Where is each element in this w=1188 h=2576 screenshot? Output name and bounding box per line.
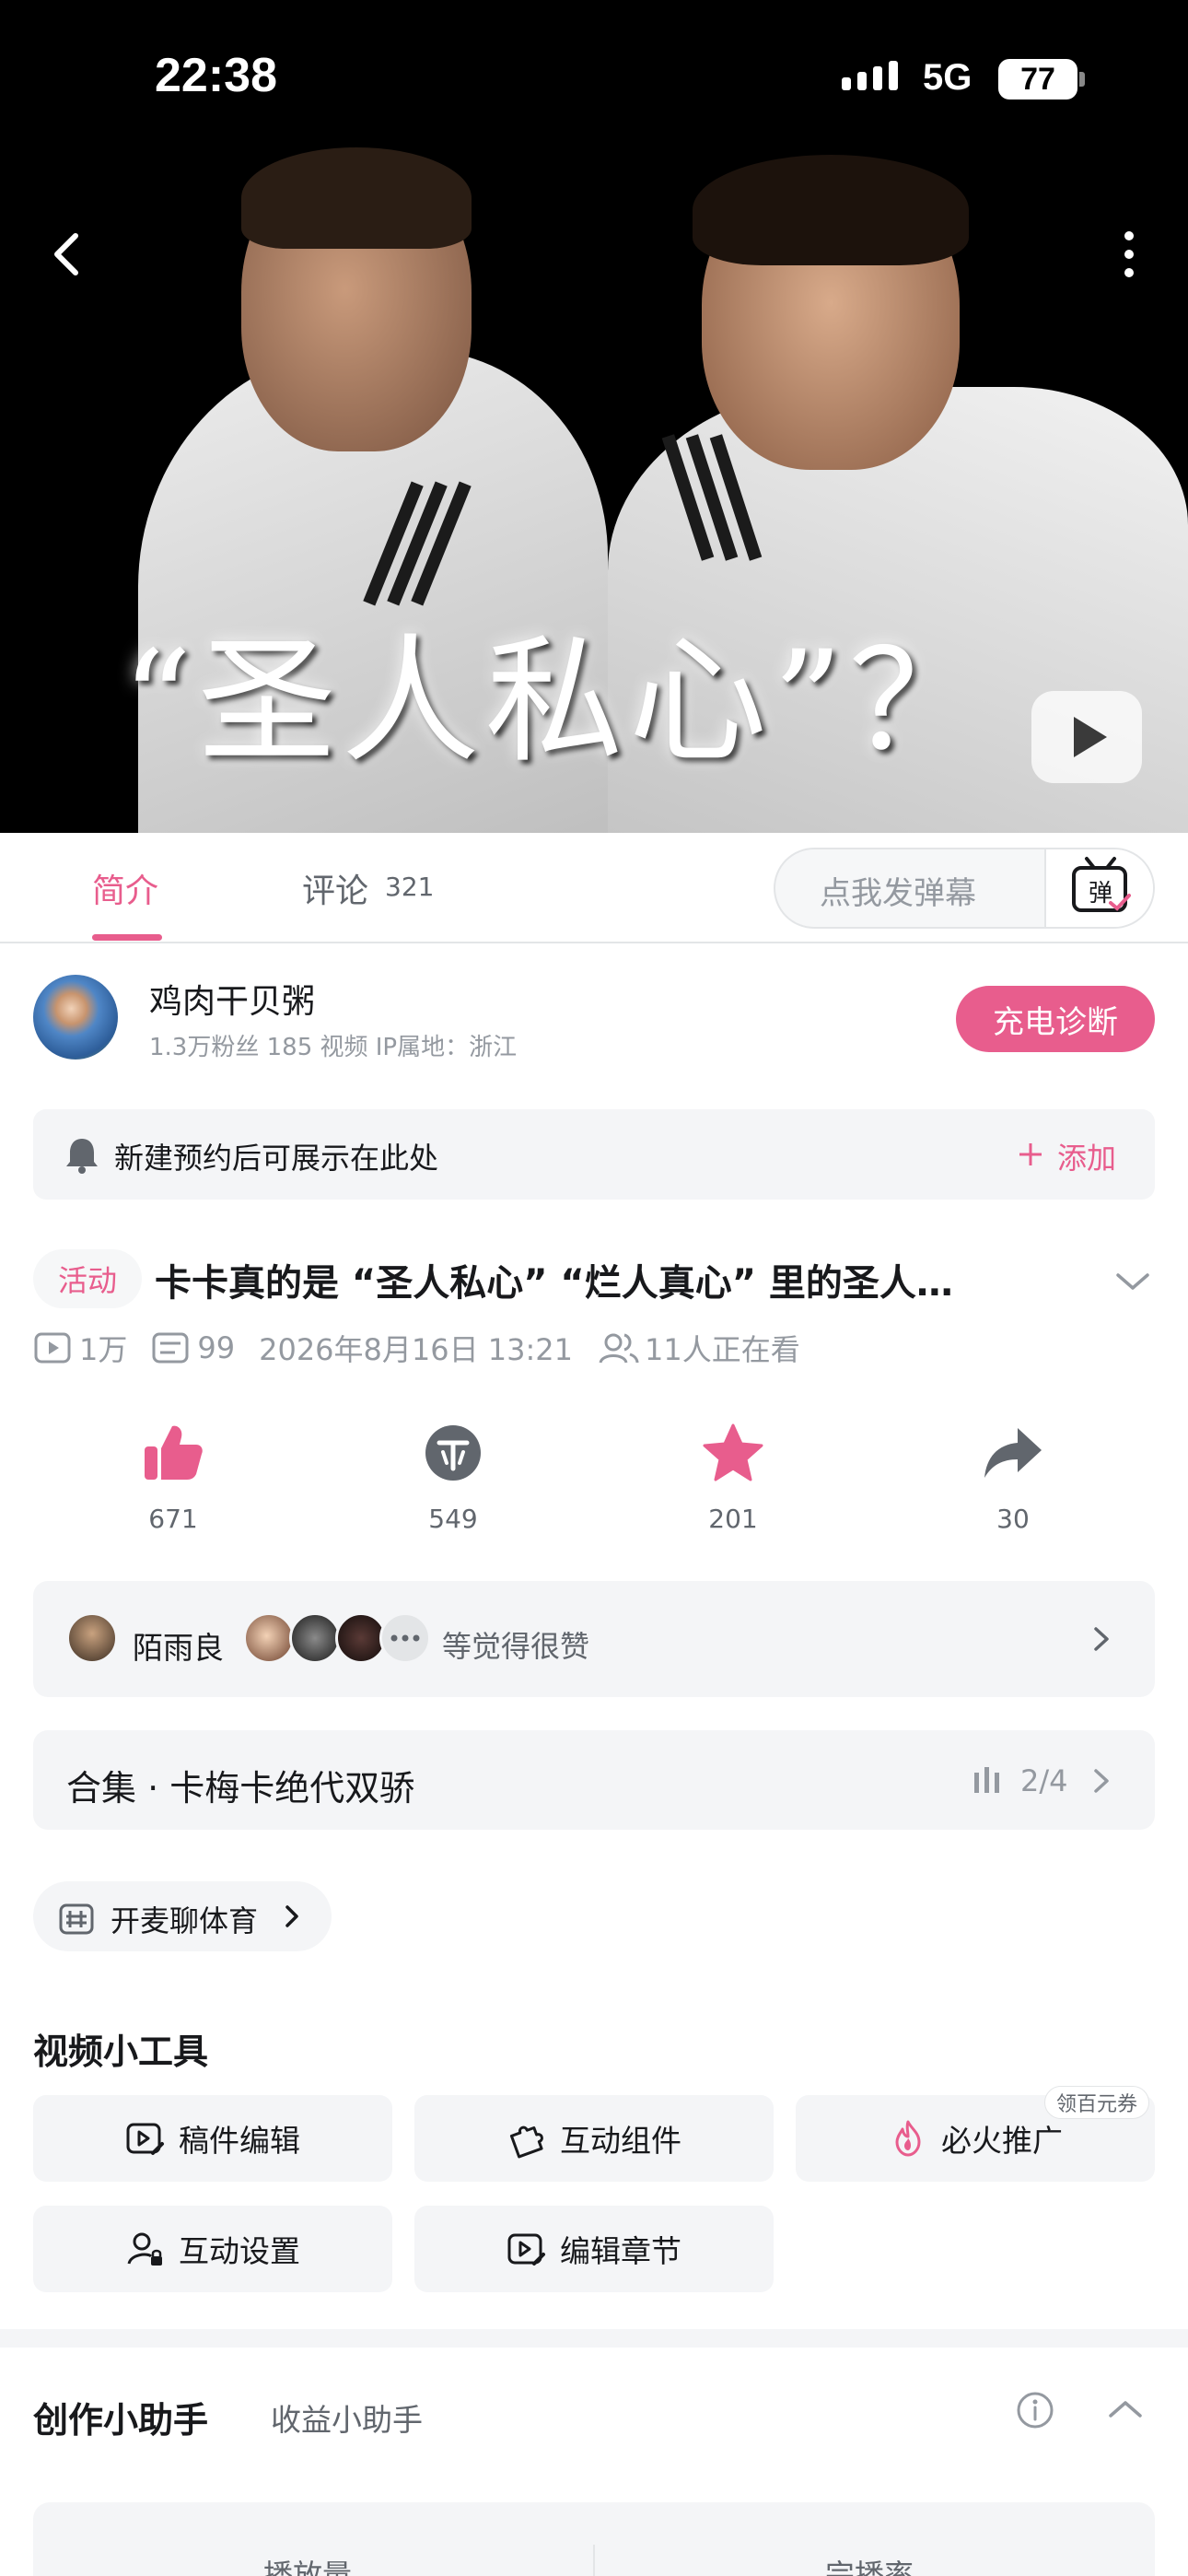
tool-label: 稿件编辑	[179, 2123, 300, 2159]
share-arrow-icon	[984, 1428, 1042, 1478]
user-lock-icon	[127, 2232, 162, 2266]
like-button[interactable]: 671	[81, 1423, 265, 1534]
liked-by-first-user: 陌雨良	[133, 1630, 224, 1666]
video-player[interactable]: “圣人私心”？ 22:38 5G 77	[0, 0, 1188, 833]
tab-active-indicator	[92, 934, 162, 941]
charge-diagnosis-button[interactable]: 充电诊断	[956, 986, 1155, 1052]
watching-count: 11人正在看	[645, 1332, 800, 1367]
uploader-avatar[interactable]	[33, 975, 118, 1060]
video-tools-title: 视频小工具	[33, 2032, 209, 2072]
reservation-add-button[interactable]: 添加	[1057, 1135, 1116, 1177]
flame-icon	[895, 2120, 921, 2157]
comments-count: 321	[385, 872, 435, 902]
topic-tv-icon	[59, 1903, 94, 1935]
coin-count: 549	[428, 1504, 478, 1534]
chevron-up-icon[interactable]	[1107, 2395, 1144, 2423]
promo-badge: 领百元券	[1044, 2086, 1150, 2119]
uploader-name[interactable]: 鸡肉干贝粥	[149, 975, 315, 1023]
reservation-text: 新建预约后可展示在此处	[114, 1141, 439, 1176]
tool-label: 互动组件	[560, 2123, 681, 2159]
chapter-edit-icon	[507, 2233, 545, 2266]
tabs-divider	[0, 942, 1188, 943]
stat-label-completion: 完播率	[825, 2558, 914, 2576]
avatar	[289, 1612, 341, 1664]
signal-icon	[842, 61, 898, 90]
collection-progress: 2/4	[1020, 1763, 1068, 1798]
activity-tag[interactable]: 活动	[33, 1249, 142, 1308]
chevron-right-icon	[285, 1905, 298, 1927]
favorite-count: 201	[708, 1504, 758, 1534]
like-count: 671	[148, 1504, 198, 1534]
thumbs-up-icon	[145, 1425, 203, 1480]
battery-cap	[1079, 72, 1085, 87]
uploader-meta: 1.3万粉丝 185 视频 IP属地：浙江	[149, 1034, 518, 1061]
puzzle-icon	[509, 2125, 543, 2159]
playlist-bars-icon	[974, 1767, 999, 1793]
chevron-right-icon	[1094, 1627, 1109, 1651]
avatar	[66, 1612, 118, 1664]
tool-label: 必火推广	[941, 2123, 1063, 2159]
danmaku-count: 99	[197, 1330, 236, 1365]
video-title: 卡卡真的是 “圣人私心” “烂人真心” 里的圣人…	[155, 1262, 953, 1305]
play-count-icon	[34, 1332, 71, 1364]
publish-time: 2026年8月16日 13:21	[259, 1332, 574, 1367]
play-button[interactable]	[1031, 691, 1142, 783]
star-icon	[703, 1423, 763, 1481]
tool-interactive-components-button[interactable]: 互动组件	[414, 2095, 774, 2182]
avatar	[243, 1612, 295, 1664]
stats-divider	[593, 2545, 595, 2576]
topic-pill-label: 开麦聊体育	[111, 1903, 259, 1938]
video-stats-row: 1万 99 2026年8月16日 13:21 11人正在看	[33, 1327, 800, 1369]
player-left-hair	[241, 147, 472, 249]
liked-by-suffix: 等觉得很赞	[442, 1629, 590, 1664]
edit-video-icon	[126, 2123, 164, 2155]
danmaku-placeholder[interactable]: 点我发弹幕	[820, 868, 976, 913]
favorite-button[interactable]: 201	[641, 1423, 825, 1534]
network-type: 5G	[923, 57, 973, 98]
tool-edit-chapters-button[interactable]: 编辑章节	[414, 2206, 774, 2292]
more-avatars-icon	[379, 1612, 431, 1664]
app-root: { "status_bar": { "time": "22:38", "netw…	[0, 0, 1188, 2576]
video-cover-title: “圣人私心”？	[122, 622, 993, 782]
view-count: 1万	[79, 1332, 128, 1367]
danmaku-tv-icon: 弹	[1072, 857, 1131, 912]
chevron-down-icon[interactable]	[1114, 1268, 1151, 1295]
watching-users-icon	[599, 1333, 639, 1364]
section-divider	[0, 2329, 1188, 2348]
tool-interactive-settings-button[interactable]: 互动设置	[33, 2206, 392, 2292]
danmaku-count-icon	[152, 1332, 189, 1364]
bell-icon	[66, 1139, 98, 1174]
plus-icon[interactable]	[1017, 1141, 1044, 1168]
stat-label-plays: 播放量	[263, 2558, 353, 2576]
tool-label: 编辑章节	[560, 2233, 681, 2269]
collection-title: 合集 · 卡梅卡绝代双骄	[66, 1768, 415, 1809]
share-button[interactable]: 30	[921, 1423, 1105, 1534]
tab-intro[interactable]: 简介	[92, 864, 158, 912]
revenue-assistant-tab[interactable]: 收益小助手	[271, 2395, 423, 2440]
danmaku-toggle-button[interactable]: 弹	[1044, 849, 1153, 927]
battery-icon: 77	[998, 59, 1077, 100]
info-icon[interactable]	[1015, 2390, 1055, 2430]
more-vertical-icon[interactable]	[1101, 227, 1157, 282]
player-right-hair	[693, 155, 969, 265]
back-arrow-icon[interactable]	[41, 227, 96, 282]
coin-button[interactable]: 549	[361, 1423, 545, 1534]
chevron-right-icon	[1094, 1769, 1109, 1793]
tool-edit-manuscript-button[interactable]: 稿件编辑	[33, 2095, 392, 2182]
status-time: 22:38	[155, 49, 277, 102]
creator-assistant-title[interactable]: 创作小助手	[33, 2392, 208, 2442]
coin-icon	[425, 1425, 481, 1481]
share-count: 30	[996, 1504, 1030, 1534]
tab-comments[interactable]: 评论	[302, 864, 368, 912]
tool-label: 互动设置	[179, 2233, 300, 2269]
